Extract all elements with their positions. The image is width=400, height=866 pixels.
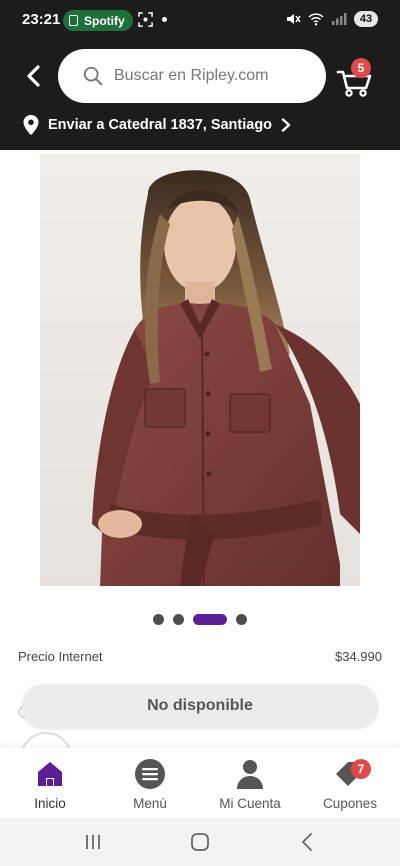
search-input[interactable]: Buscar en Ripley.com [58,49,326,103]
product-image[interactable] [40,154,360,586]
carousel-dot[interactable] [173,613,184,625]
notification-dot [162,17,167,22]
price-label: Precio Internet [18,649,103,664]
nav-label-mi-cuenta: Mi Cuenta [219,796,281,811]
carousel-dot[interactable] [153,613,164,625]
chevron-right-icon [281,118,291,132]
spotify-label: Spotify [84,13,125,28]
nav-label-cupones: Cupones [322,796,378,811]
back-chevron-icon [301,833,312,851]
status-time: 23:21 [22,11,61,28]
back-arrow-icon [27,65,40,87]
nav-item-cupones[interactable]: 7 Cupones [300,748,400,818]
location-pin-icon [23,115,39,135]
system-navigation-bar [0,818,400,866]
recent-apps-icon [86,835,101,849]
status-icons: 43 [285,11,378,27]
price-row: Precio Internet $34.990 [18,649,382,664]
home-square-icon [191,833,209,851]
unavailable-button[interactable]: No disponible [22,684,378,728]
cart-button[interactable]: 5 [334,56,378,100]
search-icon [83,66,103,86]
back-button[interactable] [18,60,50,92]
home-system-button[interactable] [180,822,220,862]
scan-icon [138,12,153,27]
bottom-navigation: Inicio Menú Mi Cuenta 7 Cupones [0,748,400,818]
wifi-icon [308,13,324,26]
back-system-button[interactable] [287,822,327,862]
product-photo [40,154,360,586]
home-icon [38,762,62,786]
nav-label-inicio: Inicio [34,796,66,811]
carousel-dot[interactable] [236,613,247,625]
nav-item-inicio[interactable]: Inicio [0,748,100,818]
status-bar: 23:21 Spotify 43 [0,0,400,40]
delivery-location[interactable]: Enviar a Catedral 1837, Santiago [22,114,292,136]
nav-item-mi-cuenta[interactable]: Mi Cuenta [200,748,300,818]
cart-count-badge: 5 [351,58,371,78]
price-value: $34.990 [335,649,382,664]
nav-item-menu[interactable]: Menú [100,748,200,818]
carousel-dot-active[interactable] [193,613,227,625]
mute-icon [287,14,301,24]
nav-label-menu: Menú [133,796,167,811]
recent-apps-button[interactable] [73,822,113,862]
app-header: Buscar en Ripley.com 5 Enviar a Catedral… [0,40,400,150]
lock-icon [69,15,78,26]
delivery-location-text: Enviar a Catedral 1837, Santiago [48,117,273,133]
menu-icon [135,759,165,789]
signal-icon [332,13,347,25]
coupon-icon-wrap: 7 [333,757,371,791]
spotify-indicator: Spotify [63,10,133,31]
battery-indicator: 43 [354,11,378,27]
image-carousel-dots [0,612,400,626]
search-placeholder: Buscar en Ripley.com [114,67,269,84]
account-icon [237,760,263,789]
coupon-count-badge: 7 [351,759,371,779]
